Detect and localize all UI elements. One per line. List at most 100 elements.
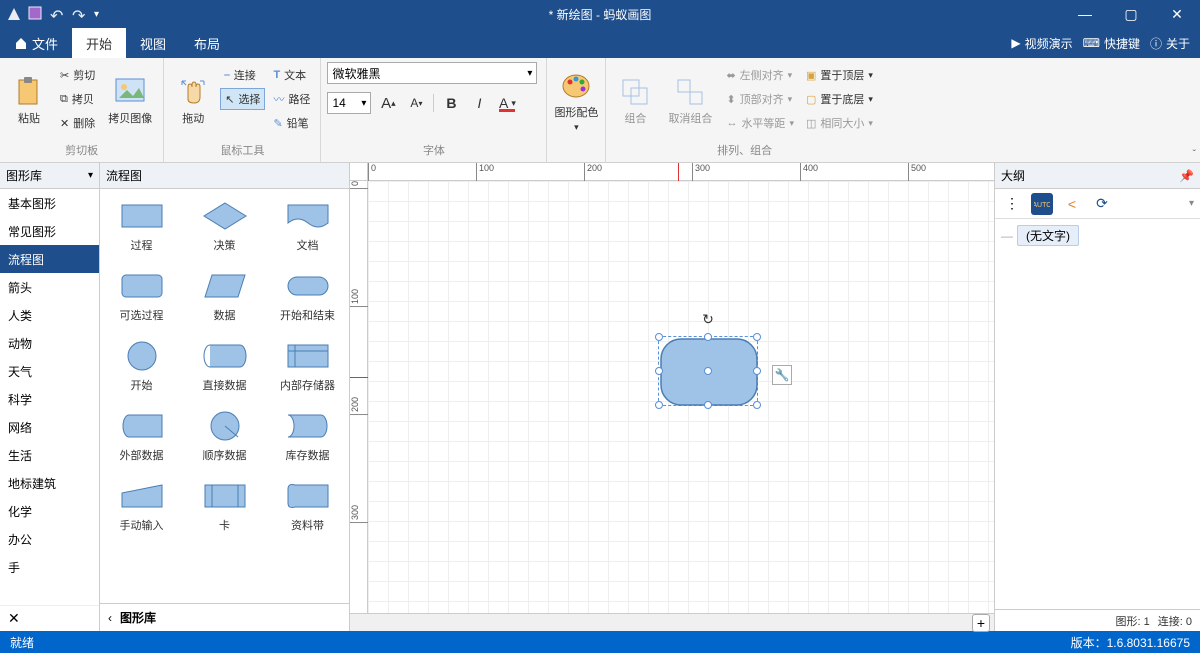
- shape-tool-icon[interactable]: 🔧: [772, 365, 792, 385]
- same-size-button[interactable]: ◫相同大小▾: [802, 112, 877, 134]
- outline-auto-icon[interactable]: AUTO: [1031, 193, 1053, 215]
- resize-handle[interactable]: [655, 333, 663, 341]
- minimize-button[interactable]: —: [1062, 0, 1108, 28]
- text-tool-button[interactable]: T文本: [269, 64, 314, 86]
- drag-tool-button[interactable]: 拖动: [170, 62, 216, 140]
- undo-icon[interactable]: ↶: [50, 6, 66, 22]
- path-tool-button[interactable]: 〰路径: [269, 88, 314, 110]
- canvas-scrollbar-h[interactable]: +: [350, 613, 994, 631]
- ungroup-button[interactable]: 取消组合: [662, 62, 718, 140]
- outline-refresh-icon[interactable]: ⟳: [1091, 193, 1113, 215]
- group-button[interactable]: 组合: [612, 62, 658, 140]
- tab-file[interactable]: 文件: [0, 28, 72, 58]
- category-item[interactable]: 化学: [0, 497, 99, 525]
- category-item[interactable]: 箭头: [0, 273, 99, 301]
- shape-item[interactable]: 文档: [266, 195, 349, 257]
- category-item[interactable]: 人类: [0, 301, 99, 329]
- tab-layout[interactable]: 布局: [180, 28, 234, 58]
- shape-item[interactable]: 开始: [100, 335, 183, 397]
- chevron-down-icon[interactable]: ▾: [1189, 198, 1194, 209]
- shape-item[interactable]: 资料带: [266, 475, 349, 537]
- shape-item[interactable]: 内部存储器: [266, 335, 349, 397]
- maximize-button[interactable]: ▢: [1108, 0, 1154, 28]
- cut-button[interactable]: ✂剪切: [56, 64, 99, 86]
- outline-menu-icon[interactable]: ⋮: [1001, 193, 1023, 215]
- shape-item[interactable]: 直接数据: [183, 335, 266, 397]
- shape-item[interactable]: 手动输入: [100, 475, 183, 537]
- resize-handle[interactable]: [704, 401, 712, 409]
- font-size-combo[interactable]: 14 ▾: [327, 92, 371, 114]
- send-back-button[interactable]: ▢置于底层▾: [802, 88, 877, 110]
- pencil-tool-button[interactable]: ✎铅笔: [269, 112, 314, 134]
- bold-button[interactable]: B: [440, 92, 462, 114]
- add-page-button[interactable]: +: [972, 614, 990, 632]
- category-item[interactable]: 流程图: [0, 245, 99, 273]
- canvas[interactable]: ↻ 🔧: [368, 181, 994, 613]
- shape-item[interactable]: 顺序数据: [183, 405, 266, 467]
- category-item[interactable]: 办公: [0, 525, 99, 553]
- resize-handle[interactable]: [704, 333, 712, 341]
- shape-item[interactable]: 卡: [183, 475, 266, 537]
- outline-node[interactable]: — (无文字): [1001, 225, 1194, 246]
- select-tool-button[interactable]: ↖选择: [220, 88, 265, 110]
- resize-handle[interactable]: [655, 401, 663, 409]
- outline-tree[interactable]: — (无文字): [995, 219, 1200, 609]
- redo-icon[interactable]: ↷: [72, 6, 88, 22]
- shape-color-button[interactable]: 图形配色 ▾: [553, 62, 599, 140]
- resize-handle[interactable]: [655, 367, 663, 375]
- category-item[interactable]: 天气: [0, 357, 99, 385]
- decrease-font-button[interactable]: A▾: [405, 92, 427, 114]
- category-item[interactable]: 手: [0, 553, 99, 581]
- outline-share-icon[interactable]: <: [1061, 193, 1083, 215]
- rotate-handle-icon[interactable]: ↻: [702, 311, 714, 328]
- connect-tool-button[interactable]: ⎯连接: [220, 64, 265, 86]
- close-button[interactable]: ✕: [1154, 0, 1200, 28]
- ribbon-collapse-button[interactable]: ˇ: [1193, 149, 1196, 160]
- font-color-button[interactable]: A▾: [496, 92, 518, 114]
- category-item[interactable]: 生活: [0, 441, 99, 469]
- shape-item[interactable]: 数据: [183, 265, 266, 327]
- category-item[interactable]: 科学: [0, 385, 99, 413]
- resize-handle[interactable]: [753, 401, 761, 409]
- delete-button[interactable]: ✕删除: [56, 112, 99, 134]
- chevron-down-icon[interactable]: ▾: [88, 170, 93, 181]
- tab-view[interactable]: 视图: [126, 28, 180, 58]
- copy-button[interactable]: ⧉拷贝: [56, 88, 99, 110]
- save-icon[interactable]: [28, 6, 44, 22]
- back-icon[interactable]: ‹: [108, 611, 112, 625]
- category-item[interactable]: 常见图形: [0, 217, 99, 245]
- shape-item[interactable]: 外部数据: [100, 405, 183, 467]
- group-icon: [619, 76, 651, 108]
- shape-item[interactable]: 库存数据: [266, 405, 349, 467]
- shape-item[interactable]: 过程: [100, 195, 183, 257]
- align-top-button[interactable]: ⬍顶部对齐▾: [722, 88, 798, 110]
- shape-item[interactable]: 决策: [183, 195, 266, 257]
- shapes-grid-scroll[interactable]: 过程决策文档可选过程数据开始和结束开始直接数据内部存储器外部数据顺序数据库存数据…: [100, 189, 349, 603]
- video-demo-link[interactable]: ▶视频演示: [1011, 35, 1072, 52]
- category-item[interactable]: 基本图形: [0, 189, 99, 217]
- dist-h-button[interactable]: ↔水平等距▾: [722, 112, 798, 134]
- shortcuts-link[interactable]: ⌨快捷键: [1083, 35, 1140, 52]
- align-left-button[interactable]: ⬌左侧对齐▾: [722, 64, 798, 86]
- qat-dropdown-icon[interactable]: ▾: [94, 9, 99, 20]
- about-link[interactable]: ⓘ关于: [1150, 35, 1190, 52]
- tab-start[interactable]: 开始: [72, 28, 126, 58]
- resize-handle[interactable]: [753, 333, 761, 341]
- close-library-button[interactable]: ✕: [0, 605, 99, 631]
- shape-item[interactable]: 可选过程: [100, 265, 183, 327]
- increase-font-button[interactable]: A▴: [377, 92, 399, 114]
- resize-handle[interactable]: [753, 367, 761, 375]
- category-item[interactable]: 动物: [0, 329, 99, 357]
- shape-thumb: [200, 479, 250, 513]
- center-handle[interactable]: [704, 367, 712, 375]
- category-item[interactable]: 地标建筑: [0, 469, 99, 497]
- pin-icon[interactable]: 📌: [1179, 169, 1194, 183]
- copy-image-button[interactable]: 拷贝图像: [103, 62, 157, 140]
- selected-shape[interactable]: ↻: [658, 336, 758, 406]
- font-family-combo[interactable]: 微软雅黑 ▾: [327, 62, 537, 84]
- bring-front-button[interactable]: ▣置于顶层▾: [802, 64, 877, 86]
- shape-item[interactable]: 开始和结束: [266, 265, 349, 327]
- category-item[interactable]: 网络: [0, 413, 99, 441]
- italic-button[interactable]: I: [468, 92, 490, 114]
- paste-button[interactable]: 粘贴: [6, 62, 52, 140]
